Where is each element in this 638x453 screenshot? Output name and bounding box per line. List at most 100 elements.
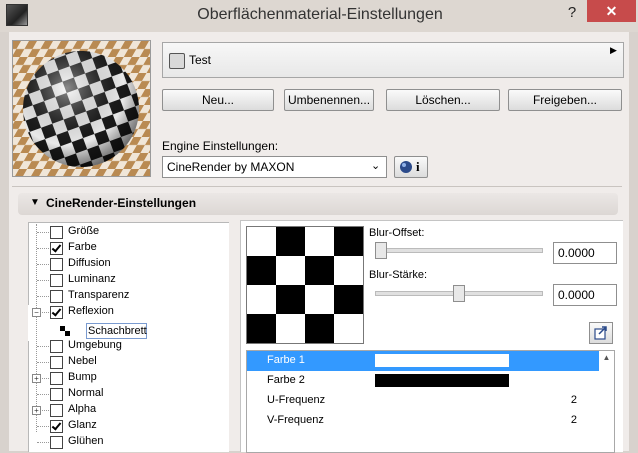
tree-item-label: Glanz <box>68 419 97 431</box>
blur-strength-slider-thumb[interactable] <box>453 285 465 302</box>
tree-connector <box>37 248 49 249</box>
tree-item-label: Bump <box>68 371 97 383</box>
checker-cell <box>276 285 305 314</box>
scroll-up-icon[interactable]: ▲ <box>599 351 614 365</box>
tree-connector <box>37 346 49 347</box>
parameter-name: U-Frequenz <box>267 394 326 406</box>
engine-info-button[interactable]: i <box>394 156 428 178</box>
tree-item-label: Luminanz <box>68 273 116 285</box>
blur-offset-slider-thumb[interactable] <box>375 242 387 259</box>
tree-item[interactable]: Nebel <box>28 354 228 370</box>
tree-item-checkbox[interactable] <box>50 404 63 417</box>
parameter-value[interactable]: 2 <box>571 414 577 426</box>
chevron-down-icon: ⌄ <box>371 160 381 172</box>
color-swatch[interactable] <box>375 374 509 387</box>
blur-strength-field[interactable]: 0.0000 <box>553 284 617 306</box>
tree-item-label: Nebel <box>68 355 97 367</box>
checker-cell <box>305 256 334 285</box>
parameter-list: ▲ Farbe 1 Farbe 2 U-Frequenz 2 V-Frequenz 2 <box>246 350 615 453</box>
window-title: Oberflächenmaterial-Einstellungen <box>197 6 443 23</box>
tree-item-checkbox[interactable] <box>50 290 63 303</box>
parameter-row[interactable]: Farbe 2 <box>247 371 599 391</box>
tree-item-checkbox[interactable] <box>50 388 63 401</box>
tree-item-checkbox[interactable] <box>50 436 63 449</box>
new-button[interactable]: Neu... <box>162 89 274 111</box>
parameter-name: Farbe 2 <box>267 374 305 386</box>
tree-item[interactable]: − Reflexion <box>28 304 228 320</box>
engine-select[interactable]: CineRender by MAXON ⌄ <box>162 156 387 178</box>
material-name-field[interactable]: Test ▶ <box>162 42 624 78</box>
tree-item[interactable]: Umgebung <box>28 338 228 354</box>
tree-item[interactable]: Glühen <box>28 434 228 450</box>
close-button[interactable]: ✕ <box>587 0 636 22</box>
rename-button[interactable]: Umbenennen... <box>284 89 374 111</box>
tree-item-label: Alpha <box>68 403 97 415</box>
parameter-row[interactable]: V-Frequenz 2 <box>247 411 599 431</box>
tree-item[interactable]: Transparenz <box>28 288 228 304</box>
tree-item[interactable]: Normal <box>28 386 228 402</box>
parameter-value[interactable]: 2 <box>571 394 577 406</box>
tree-item-checkbox[interactable] <box>50 306 63 319</box>
tree-connector <box>37 264 49 265</box>
material-swatch <box>169 53 185 69</box>
material-preview <box>12 40 151 177</box>
tree-item-checkbox[interactable] <box>50 258 63 271</box>
tree-item-checkbox[interactable] <box>50 274 63 287</box>
tree-item[interactable]: Glanz <box>28 418 228 434</box>
shader-preview <box>246 226 364 344</box>
tree-expander-icon[interactable]: + <box>32 406 41 415</box>
tree-connector <box>37 296 49 297</box>
checker-cell <box>334 227 363 256</box>
tree-item-label: Glühen <box>68 435 104 447</box>
tree-item[interactable]: + Alpha <box>28 402 228 418</box>
blur-offset-slider-track[interactable] <box>375 248 543 253</box>
tree-item-label: Normal <box>68 387 104 399</box>
tree-item-checkbox[interactable] <box>50 420 63 433</box>
tree-item-checkbox[interactable] <box>50 356 63 369</box>
tree-item-label: Größe <box>68 225 100 237</box>
tree-connector <box>37 280 49 281</box>
flyout-arrow-icon[interactable]: ▶ <box>610 45 617 56</box>
tree-item-label: Transparenz <box>68 289 130 301</box>
tree-expander-icon[interactable]: + <box>32 374 41 383</box>
app-icon <box>6 4 28 26</box>
blur-offset-field[interactable]: 0.0000 <box>553 242 617 264</box>
parameter-row[interactable]: U-Frequenz 2 <box>247 391 599 411</box>
tree-item[interactable]: + Bump <box>28 370 228 386</box>
tree-item-checkbox[interactable] <box>50 340 63 353</box>
tree-item[interactable]: Farbe <box>28 240 228 256</box>
export-icon <box>594 326 607 340</box>
tree-item-label: Farbe <box>68 241 97 253</box>
tree-item-label: Reflexion <box>68 305 114 317</box>
tree-item[interactable]: Größe <box>28 224 228 240</box>
tree-item-checkbox[interactable] <box>50 226 63 239</box>
color-swatch[interactable] <box>375 354 509 367</box>
share-button[interactable]: Freigeben... <box>508 89 622 111</box>
tree-item[interactable]: Diffusion <box>28 256 228 272</box>
cinerender-section-header[interactable]: ▼ CineRender-Einstellungen <box>18 193 618 215</box>
export-button[interactable] <box>589 322 613 344</box>
tree-item-label: Umgebung <box>68 339 122 351</box>
tree-connector <box>37 442 49 443</box>
parameter-name: Farbe 1 <box>267 354 305 366</box>
tree-item-checkbox[interactable] <box>50 242 63 255</box>
tree-item-checkbox[interactable] <box>50 372 63 385</box>
help-button[interactable]: ? <box>560 2 584 24</box>
collapse-arrow-icon: ▼ <box>30 197 40 208</box>
section-title: CineRender-Einstellungen <box>46 196 197 210</box>
checker-icon <box>60 326 70 336</box>
tree-item[interactable]: Luminanz <box>28 272 228 288</box>
parameter-row[interactable]: Farbe 1 <box>247 351 599 371</box>
sub-item-schachbrett[interactable]: Schachbrett <box>86 323 147 339</box>
delete-button[interactable]: Löschen... <box>386 89 500 111</box>
checker-cell <box>247 256 276 285</box>
info-icon: i <box>416 159 420 174</box>
engine-info-icon <box>400 161 412 173</box>
checker-cell <box>247 314 276 343</box>
tree-expander-icon[interactable]: − <box>32 308 41 317</box>
preview-image <box>13 41 150 176</box>
tree-connector <box>37 426 49 427</box>
parameter-name: V-Frequenz <box>267 414 324 426</box>
material-name: Test <box>189 53 212 67</box>
tree-connector <box>37 362 49 363</box>
